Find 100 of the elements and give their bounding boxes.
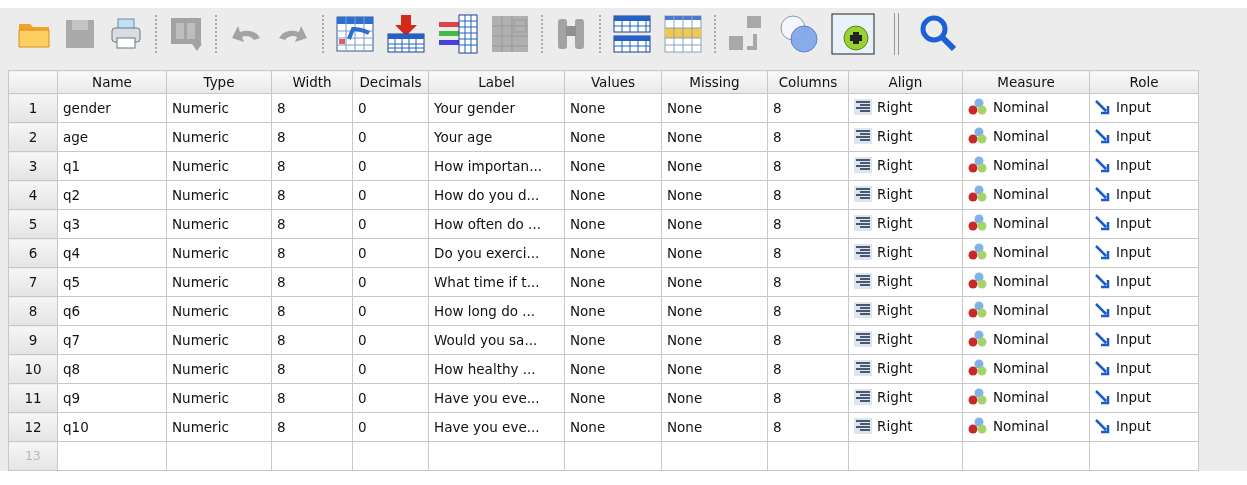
- table-cell: q3: [63, 216, 81, 232]
- add-on-icon[interactable]: [831, 13, 875, 55]
- table-cell: What time if t...: [434, 274, 540, 290]
- table-cell: Would you sa...: [434, 332, 538, 348]
- circles-icon[interactable]: [778, 13, 820, 55]
- table-cell: None: [570, 390, 606, 406]
- column-header[interactable]: Role: [1089, 70, 1199, 94]
- column-header[interactable]: Label: [428, 70, 565, 94]
- column-header[interactable]: Name: [57, 70, 167, 94]
- dialog-icon[interactable]: [168, 15, 204, 53]
- split-grid-icon[interactable]: [612, 14, 652, 54]
- column-header[interactable]: Columns: [767, 70, 849, 94]
- row-number[interactable]: 1: [8, 93, 58, 123]
- column-header[interactable]: Missing: [661, 70, 768, 94]
- table-cell: 8: [277, 245, 286, 261]
- grid-down-arrow-icon[interactable]: [386, 14, 426, 54]
- table-cell: How long do ...: [434, 303, 536, 319]
- table-cell: Numeric: [172, 419, 229, 435]
- table-cell: 8: [277, 419, 286, 435]
- grid-arrow-icon[interactable]: [335, 15, 375, 53]
- row-number[interactable]: 7: [8, 267, 58, 297]
- align-right-icon: [854, 301, 872, 318]
- three-balls-icon: [968, 300, 988, 319]
- table-cell: None: [667, 129, 703, 145]
- table-cell: Nominal: [968, 416, 1049, 435]
- table-cell: 0: [358, 332, 367, 348]
- three-balls-icon: [968, 358, 988, 377]
- column-header[interactable]: Align: [848, 70, 963, 94]
- table-cell: q6: [63, 303, 81, 319]
- table-cell: 0: [358, 361, 367, 377]
- align-right-icon: [854, 214, 872, 231]
- table-cell: Input: [1095, 98, 1151, 115]
- table-cell: None: [667, 361, 703, 377]
- table-cell: 8: [277, 274, 286, 290]
- row-number[interactable]: 12: [8, 412, 58, 442]
- table-cell: Right: [854, 185, 913, 202]
- table-cell: 8: [773, 390, 782, 406]
- table-cell: None: [570, 419, 606, 435]
- row-number[interactable]: 9: [8, 325, 58, 355]
- table-cell: q5: [63, 274, 81, 290]
- row-number[interactable]: 8: [8, 296, 58, 326]
- table-cell: Numeric: [172, 245, 229, 261]
- table-cell: Have you eve...: [434, 419, 540, 435]
- table-cell: 0: [358, 303, 367, 319]
- align-right-icon: [854, 185, 872, 202]
- column-header[interactable]: Measure: [962, 70, 1090, 94]
- arrow-icon: [1095, 98, 1111, 115]
- table-cell: 8: [773, 187, 782, 203]
- table-cell: Numeric: [172, 390, 229, 406]
- variables-icon[interactable]: [437, 14, 479, 54]
- table-cell: gender: [63, 100, 111, 116]
- three-balls-icon: [968, 213, 988, 232]
- row-number[interactable]: 6: [8, 238, 58, 268]
- arrow-icon: [1095, 359, 1111, 376]
- table-cell: 0: [358, 100, 367, 116]
- table-cell: Numeric: [172, 274, 229, 290]
- row-number[interactable]: 2: [8, 122, 58, 152]
- arrow-icon: [1095, 330, 1111, 347]
- three-balls-icon: [968, 242, 988, 261]
- row-number[interactable]: 4: [8, 180, 58, 210]
- table-cell: Input: [1095, 301, 1151, 318]
- table-cell: None: [667, 303, 703, 319]
- three-balls-icon: [968, 387, 988, 406]
- table-cell: q2: [63, 187, 81, 203]
- row-number[interactable]: 5: [8, 209, 58, 239]
- column-header[interactable]: Decimals: [352, 70, 429, 94]
- table-cell: Right: [854, 417, 913, 434]
- table-cell: 0: [358, 419, 367, 435]
- row-number[interactable]: 10: [8, 354, 58, 384]
- table-cell: 8: [773, 419, 782, 435]
- three-balls-icon: [968, 416, 988, 435]
- table-cell: 0: [358, 245, 367, 261]
- row-number[interactable]: 3: [8, 151, 58, 181]
- table-cell: q10: [63, 419, 89, 435]
- table-cell: None: [667, 332, 703, 348]
- align-right-icon: [854, 417, 872, 434]
- align-right-icon: [854, 388, 872, 405]
- printer-icon[interactable]: [108, 16, 144, 52]
- table-cell: Input: [1095, 388, 1151, 405]
- table-cell: 0: [358, 187, 367, 203]
- column-header[interactable]: Width: [271, 70, 353, 94]
- table-cell: q7: [63, 332, 81, 348]
- table-cell: 8: [773, 361, 782, 377]
- align-right-icon: [854, 272, 872, 289]
- table-cell: Nominal: [968, 387, 1049, 406]
- column-header[interactable]: Type: [166, 70, 272, 94]
- row-number[interactable]: 11: [8, 383, 58, 413]
- highlighted-grid-icon[interactable]: [663, 14, 703, 54]
- arrow-icon: [1095, 243, 1111, 260]
- table-cell: Input: [1095, 330, 1151, 347]
- table-cell: How do you d...: [434, 187, 540, 203]
- arrow-icon: [1095, 185, 1111, 202]
- arrow-icon: [1095, 272, 1111, 289]
- table-cell: None: [667, 187, 703, 203]
- table-cell: 8: [277, 158, 286, 174]
- table-cell: None: [570, 361, 606, 377]
- table-cell: 8: [773, 332, 782, 348]
- column-header[interactable]: Values: [564, 70, 662, 94]
- table-cell: None: [570, 216, 606, 232]
- table-cell: Right: [854, 98, 913, 115]
